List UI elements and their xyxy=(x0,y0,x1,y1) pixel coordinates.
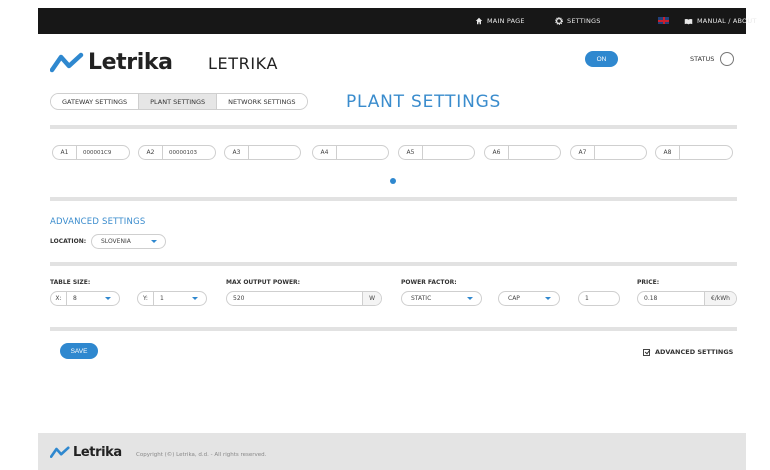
gear-icon xyxy=(555,17,563,25)
chevron-down-icon xyxy=(151,240,157,243)
settings-tabs: GATEWAY SETTINGS PLANT SETTINGS NETWORK … xyxy=(50,93,308,110)
uk-flag-icon[interactable] xyxy=(658,17,669,24)
max-output-power-value: 520 xyxy=(233,295,245,302)
power-factor-type-value: CAP xyxy=(508,295,520,302)
power-factor-mode-select[interactable]: STATIC xyxy=(401,291,482,306)
tab-plant-settings[interactable]: PLANT SETTINGS xyxy=(139,94,218,109)
divider xyxy=(50,125,737,129)
power-factor-type-select[interactable]: CAP xyxy=(498,291,560,306)
divider xyxy=(50,262,737,266)
chevron-down-icon xyxy=(545,297,551,300)
table-size-label: TABLE SIZE: xyxy=(50,279,91,286)
letrika-wave-icon xyxy=(50,446,70,458)
chevron-down-icon xyxy=(467,297,473,300)
footer: Letrika Copyright (©) Letrika, d.d. - Al… xyxy=(38,433,746,470)
slot-a6[interactable]: A6 xyxy=(484,145,561,160)
power-factor-value-input[interactable]: 1 xyxy=(578,291,620,306)
slot-value: 000001C9 xyxy=(83,149,112,156)
nav-manual-about[interactable]: MANUAL / ABOUT xyxy=(684,8,757,34)
max-output-power-label: MAX OUTPUT POWER: xyxy=(226,279,301,286)
page-title: PLANT SETTINGS xyxy=(346,92,502,112)
power-factor-mode-value: STATIC xyxy=(411,295,432,302)
slot-label: A6 xyxy=(485,146,509,159)
price-label: PRICE: xyxy=(637,279,660,286)
price-input[interactable]: 0.18 €/kWh xyxy=(637,291,737,306)
slot-label: A8 xyxy=(656,146,680,159)
top-nav-bar: MAIN PAGE SETTINGS MANUAL / ABOUT xyxy=(38,8,756,34)
brand-title: LETRIKA xyxy=(208,54,278,73)
slot-label: A1 xyxy=(53,146,77,159)
checkbox-checked-icon[interactable] xyxy=(643,348,650,356)
max-output-power-input[interactable]: 520 W xyxy=(226,291,382,306)
location-label: LOCATION: xyxy=(50,238,87,245)
nav-settings[interactable]: SETTINGS xyxy=(555,8,601,34)
y-value: 1 xyxy=(160,295,164,302)
book-icon xyxy=(684,18,693,24)
logo-text: Letrika xyxy=(88,50,173,75)
slot-a1[interactable]: A1 000001C9 xyxy=(52,145,130,160)
price-value: 0.18 xyxy=(644,295,658,302)
nav-settings-label: SETTINGS xyxy=(567,17,601,25)
status-indicator xyxy=(720,52,734,66)
power-factor-label: POWER FACTOR: xyxy=(401,279,457,286)
slot-label: A2 xyxy=(139,146,163,159)
chevron-down-icon xyxy=(105,297,111,300)
slot-value: 00000103 xyxy=(169,149,197,156)
chevron-down-icon xyxy=(192,297,198,300)
home-icon xyxy=(475,17,483,25)
letrika-logo[interactable]: Letrika xyxy=(50,50,173,75)
x-label: X: xyxy=(51,292,67,305)
power-on-button[interactable]: ON xyxy=(585,51,618,67)
x-value: 8 xyxy=(73,295,77,302)
nav-main-page-label: MAIN PAGE xyxy=(487,17,525,25)
letrika-wave-icon xyxy=(50,52,84,72)
slot-label: A4 xyxy=(313,146,337,159)
tab-gateway-settings[interactable]: GATEWAY SETTINGS xyxy=(51,94,140,109)
table-size-y-select[interactable]: Y: 1 xyxy=(137,291,207,306)
table-size-x-select[interactable]: X: 8 xyxy=(50,291,120,306)
nav-manual-about-label: MANUAL / ABOUT xyxy=(697,17,757,25)
slot-a2[interactable]: A2 00000103 xyxy=(138,145,216,160)
pager-dot[interactable] xyxy=(390,178,396,184)
copyright-text: Copyright (©) Letrika, d.d. - All rights… xyxy=(136,452,267,458)
slot-label: A7 xyxy=(571,146,595,159)
tab-network-settings[interactable]: NETWORK SETTINGS xyxy=(217,94,307,109)
watt-unit: W xyxy=(362,292,381,305)
advanced-settings-checkbox-label: ADVANCED SETTINGS xyxy=(655,348,734,356)
slot-a7[interactable]: A7 xyxy=(570,145,647,160)
power-factor-value: 1 xyxy=(585,295,589,302)
save-button[interactable]: SAVE xyxy=(60,343,98,359)
footer-logo[interactable]: Letrika xyxy=(50,445,122,460)
price-unit: €/kWh xyxy=(703,292,736,305)
y-label: Y: xyxy=(138,292,154,305)
location-select[interactable]: SLOVENIA xyxy=(91,234,166,249)
divider xyxy=(50,197,737,201)
divider xyxy=(50,327,737,331)
status-label: STATUS xyxy=(690,55,715,63)
advanced-settings-checkbox[interactable]: ADVANCED SETTINGS xyxy=(643,348,733,356)
slot-label: A5 xyxy=(399,146,423,159)
slot-a3[interactable]: A3 xyxy=(224,145,301,160)
slot-a8[interactable]: A8 xyxy=(655,145,733,160)
nav-main-page[interactable]: MAIN PAGE xyxy=(475,8,525,34)
advanced-settings-title: ADVANCED SETTINGS xyxy=(50,217,146,227)
slot-label: A3 xyxy=(225,146,249,159)
slot-a4[interactable]: A4 xyxy=(312,145,389,160)
footer-logo-text: Letrika xyxy=(73,445,122,460)
slot-a5[interactable]: A5 xyxy=(398,145,475,160)
location-select-value: SLOVENIA xyxy=(101,238,131,245)
